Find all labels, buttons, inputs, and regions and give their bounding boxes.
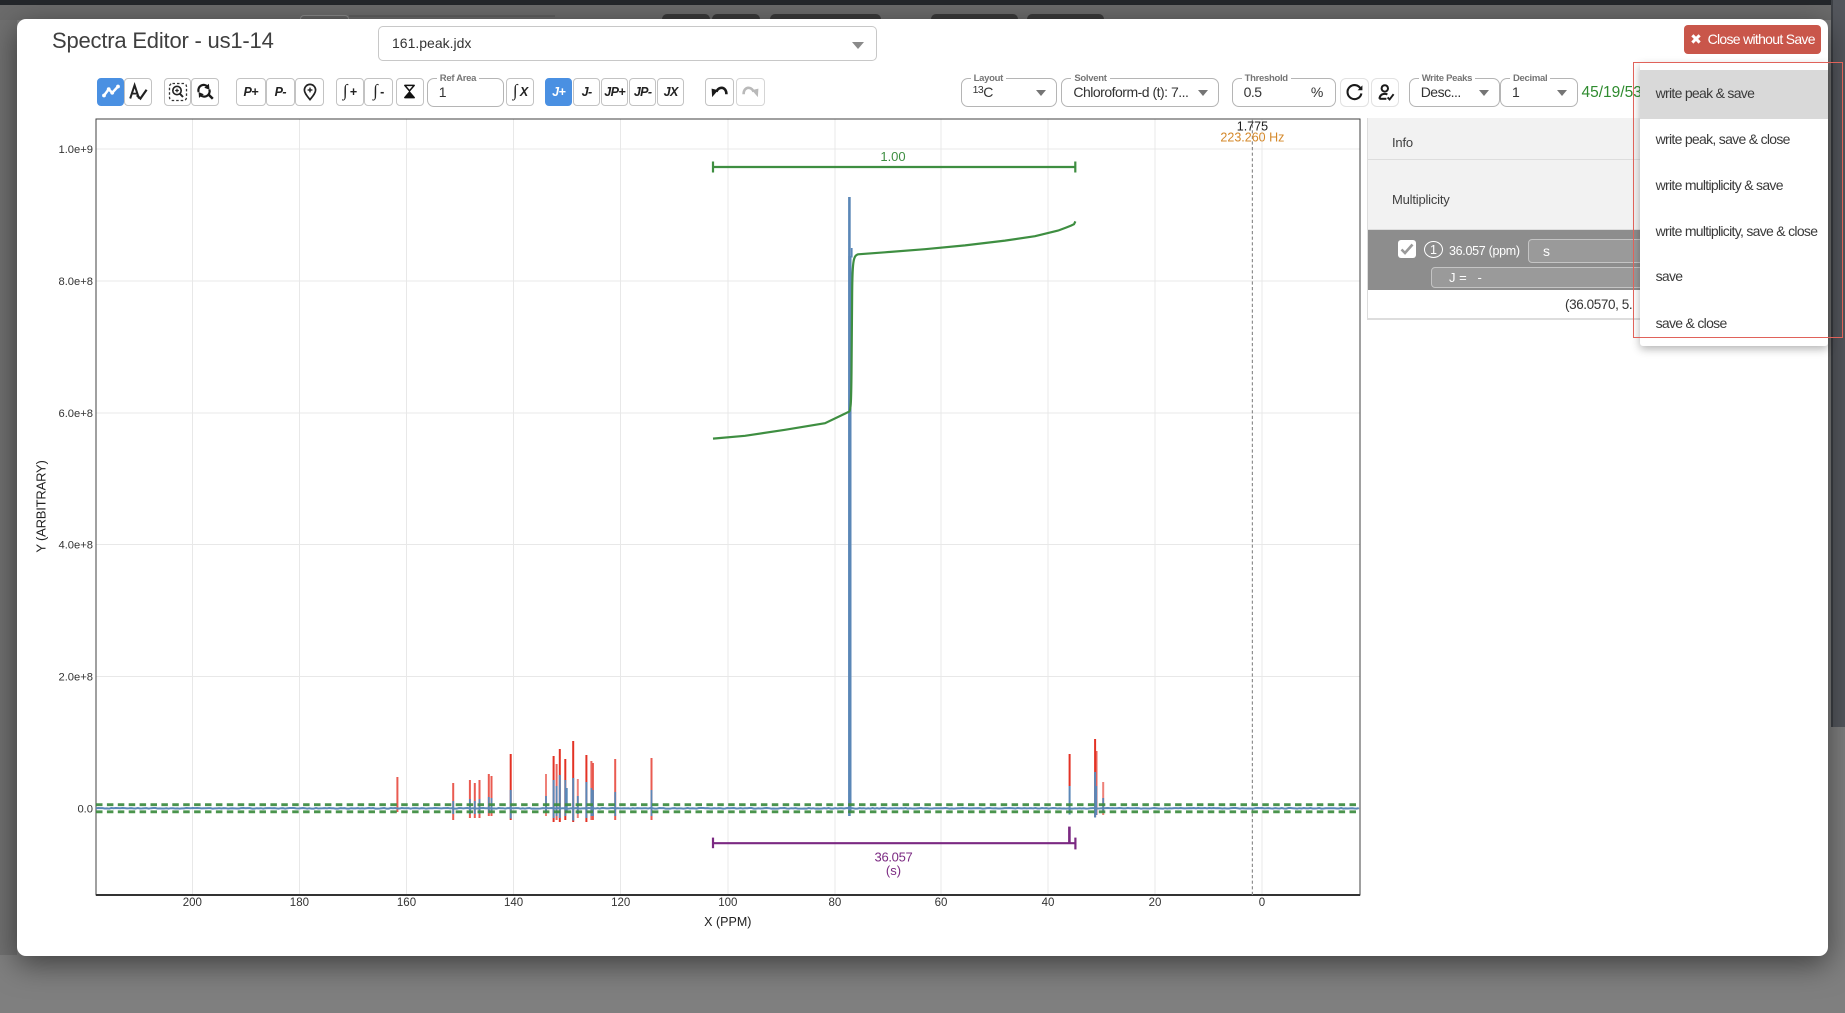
svg-text:Y (ARBITRARY): Y (ARBITRARY) bbox=[34, 460, 49, 552]
svg-text:80: 80 bbox=[829, 897, 842, 909]
svg-text:120: 120 bbox=[611, 897, 630, 909]
svg-text:140: 140 bbox=[504, 897, 523, 909]
svg-text:X (PPM): X (PPM) bbox=[704, 915, 751, 929]
svg-text:0.0: 0.0 bbox=[77, 803, 93, 815]
svg-text:60: 60 bbox=[935, 897, 948, 909]
svg-text:40: 40 bbox=[1042, 897, 1055, 909]
svg-text:200: 200 bbox=[183, 897, 202, 909]
svg-text:(s): (s) bbox=[886, 863, 901, 878]
svg-text:223.260 Hz: 223.260 Hz bbox=[1220, 131, 1284, 145]
svg-text:20: 20 bbox=[1149, 897, 1162, 909]
svg-text:6.0e+8: 6.0e+8 bbox=[58, 408, 93, 420]
svg-text:8.0e+8: 8.0e+8 bbox=[58, 276, 93, 288]
svg-text:0: 0 bbox=[1259, 897, 1265, 909]
svg-text:100: 100 bbox=[718, 897, 737, 909]
svg-text:180: 180 bbox=[290, 897, 309, 909]
svg-text:1.00: 1.00 bbox=[880, 149, 905, 164]
svg-text:1.0e+9: 1.0e+9 bbox=[58, 144, 93, 156]
svg-text:4.0e+8: 4.0e+8 bbox=[58, 540, 93, 552]
svg-text:2.0e+8: 2.0e+8 bbox=[58, 672, 93, 684]
svg-text:160: 160 bbox=[397, 897, 416, 909]
